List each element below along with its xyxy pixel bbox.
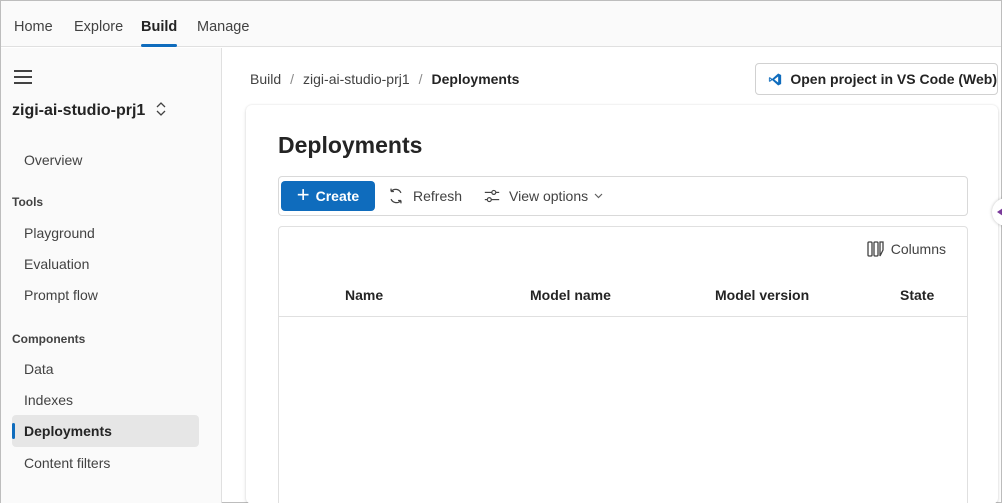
- view-options-button[interactable]: View options: [483, 181, 611, 211]
- project-selector[interactable]: zigi-ai-studio-prj1: [12, 102, 166, 120]
- breadcrumb-separator: /: [418, 71, 423, 87]
- sidebar-item-content-filters[interactable]: Content filters: [12, 447, 199, 479]
- chevron-up-down-icon: [156, 102, 166, 119]
- sidebar-item-playground[interactable]: Playground: [12, 217, 199, 249]
- plus-icon: +: [296, 182, 310, 207]
- column-header-model-version[interactable]: Model version: [715, 287, 809, 303]
- breadcrumb-build[interactable]: Build: [250, 71, 281, 87]
- sidebar-item-data[interactable]: Data: [12, 353, 199, 385]
- open-vscode-label: Open project in VS Code (Web): [790, 71, 997, 87]
- deployments-card: Deployments + Create Refresh View option…: [246, 105, 998, 503]
- sidebar-item-deployments[interactable]: Deployments: [12, 415, 199, 447]
- page-title: Deployments: [278, 132, 423, 158]
- tab-explore[interactable]: Explore: [74, 1, 123, 47]
- sidebar-item-indexes[interactable]: Indexes: [12, 384, 199, 416]
- sidebar-item-prompt-flow[interactable]: Prompt flow: [12, 279, 199, 311]
- refresh-button[interactable]: Refresh: [387, 181, 462, 211]
- breadcrumb-separator: /: [290, 71, 295, 87]
- sidebar-heading-tools: Tools: [12, 195, 44, 209]
- chevron-down-icon: [594, 191, 611, 202]
- deployments-table: Columns Name Model name Model version St…: [278, 226, 968, 503]
- toolbar: + Create Refresh View options: [278, 176, 968, 216]
- breadcrumb: Build / zigi-ai-studio-prj1 / Deployments: [250, 71, 519, 87]
- header-divider: [279, 316, 967, 317]
- view-options-label: View options: [509, 188, 589, 204]
- sidebar-item-overview[interactable]: Overview: [12, 144, 199, 176]
- tab-home[interactable]: Home: [14, 1, 53, 47]
- tab-manage[interactable]: Manage: [197, 1, 249, 47]
- columns-button[interactable]: Columns: [867, 241, 946, 257]
- refresh-label: Refresh: [413, 188, 463, 204]
- column-header-name[interactable]: Name: [345, 287, 383, 303]
- column-header-state[interactable]: State: [900, 287, 934, 303]
- project-name-label: zigi-ai-studio-prj1: [12, 102, 146, 119]
- create-button[interactable]: + Create: [281, 181, 375, 211]
- columns-icon: [867, 241, 884, 257]
- column-header-model-name[interactable]: Model name: [530, 287, 611, 303]
- open-vscode-button[interactable]: Open project in VS Code (Web): [755, 63, 998, 95]
- tab-build[interactable]: Build: [141, 1, 178, 47]
- breadcrumb-project[interactable]: zigi-ai-studio-prj1: [303, 71, 410, 87]
- refresh-icon: [390, 188, 402, 204]
- hamburger-icon[interactable]: [14, 70, 32, 84]
- sidebar-item-evaluation[interactable]: Evaluation: [12, 248, 199, 280]
- options-sliders-icon: [484, 189, 500, 203]
- vscode-icon: [768, 73, 782, 85]
- top-nav: Home Explore Build Manage: [1, 1, 1001, 47]
- columns-label: Columns: [890, 241, 946, 257]
- create-label: Create: [315, 188, 360, 204]
- sidebar: zigi-ai-studio-prj1 Overview Tools Playg…: [1, 48, 222, 503]
- breadcrumb-current: Deployments: [431, 71, 520, 87]
- sidebar-heading-components: Components: [12, 332, 86, 346]
